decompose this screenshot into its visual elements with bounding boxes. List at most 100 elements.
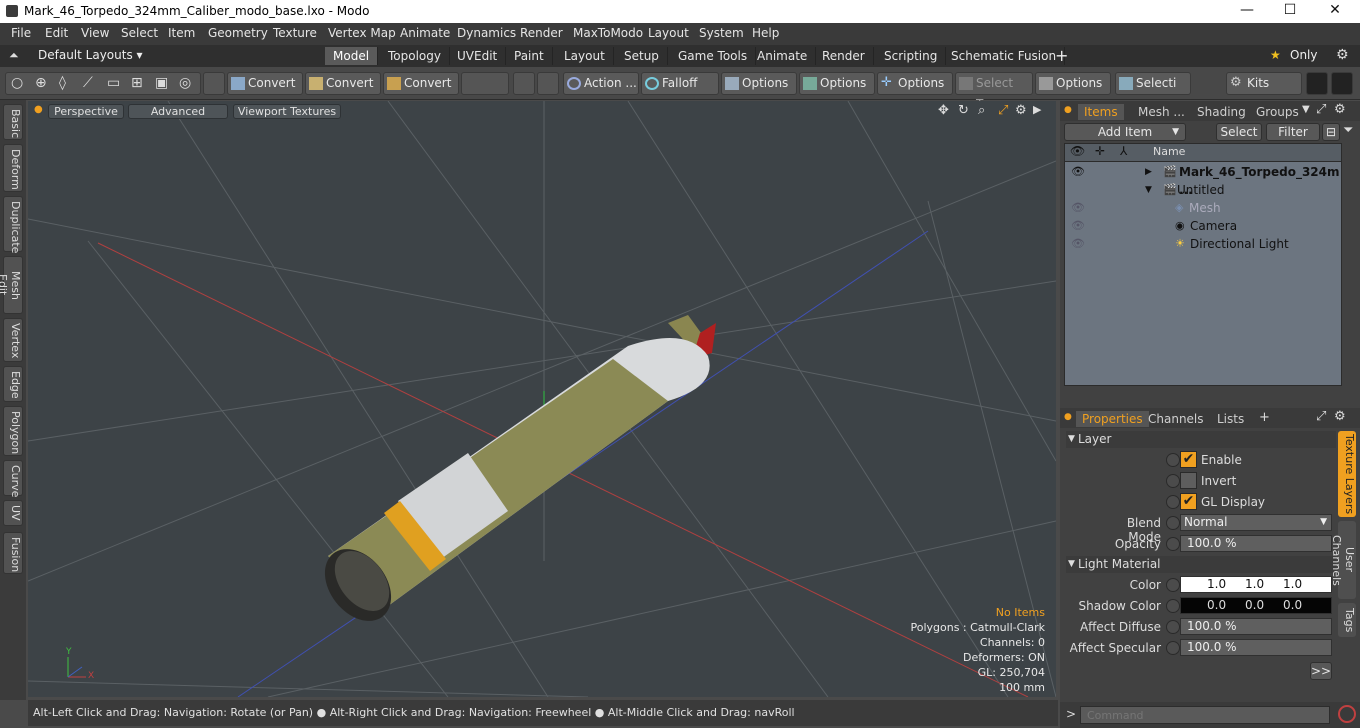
- menu-item[interactable]: Item: [168, 26, 195, 40]
- menu-texture[interactable]: Texture: [273, 26, 317, 40]
- expand-properties-button[interactable]: >>: [1310, 662, 1332, 680]
- action-center-button[interactable]: Action ...: [563, 72, 639, 95]
- options-button-3[interactable]: ✛ Options: [877, 72, 953, 95]
- convert-button-2[interactable]: Convert: [305, 72, 381, 95]
- panel-gear-icon[interactable]: ⚙: [1334, 409, 1346, 424]
- collapse-arrow-icon[interactable]: ▼: [1145, 181, 1152, 199]
- tab-topology[interactable]: Topology: [380, 47, 450, 65]
- viewport-gear-icon[interactable]: ⚙: [1015, 103, 1027, 118]
- symmetry-icon[interactable]: [513, 72, 535, 95]
- tab-duplicate[interactable]: Duplicate: [3, 196, 23, 253]
- menu-layout[interactable]: Layout: [648, 26, 689, 40]
- filter-button[interactable]: Filter: [1266, 123, 1320, 141]
- light-material-section[interactable]: ▼ Light Material: [1066, 556, 1336, 573]
- tab-mesh-edit[interactable]: Mesh Edit: [0, 256, 23, 314]
- tab-polygon[interactable]: Polygon: [3, 406, 23, 456]
- affect-diffuse-channel-dot[interactable]: [1166, 620, 1180, 634]
- tab-layout[interactable]: Layout: [556, 47, 614, 65]
- viewport-menu-dot-icon[interactable]: ●: [34, 104, 43, 115]
- tab-game-tools[interactable]: Game Tools: [670, 47, 757, 65]
- color-field[interactable]: 1.0 1.0 1.0: [1180, 576, 1332, 593]
- tab-paint[interactable]: Paint: [506, 47, 553, 65]
- tab-basic[interactable]: Basic: [3, 104, 23, 140]
- blend-mode-select[interactable]: Normal ▼: [1180, 514, 1332, 531]
- tab-deform[interactable]: Deform: [3, 144, 23, 192]
- expand-panel-icon[interactable]: ⤢: [1316, 409, 1326, 424]
- name-column-header[interactable]: Name: [1153, 145, 1185, 158]
- tree-row-camera[interactable]: 👁 ◉ Camera: [1065, 217, 1341, 235]
- eye-icon[interactable]: 👁: [1071, 199, 1085, 217]
- workplane-icon[interactable]: [537, 72, 559, 95]
- select-button[interactable]: Select: [1216, 123, 1262, 141]
- options-button-1[interactable]: Options: [721, 72, 797, 95]
- menu-animate[interactable]: Animate: [400, 26, 450, 40]
- lock-col-icon[interactable]: ✛: [1095, 144, 1105, 158]
- gear-icon[interactable]: ⚙: [1336, 47, 1349, 63]
- maximize-viewport-icon[interactable]: ⤢: [998, 103, 1008, 118]
- gl-display-channel-dot[interactable]: [1166, 495, 1180, 509]
- globe-icon[interactable]: ⊕: [35, 75, 47, 91]
- circle-icon[interactable]: ○: [11, 75, 23, 91]
- tab-setup[interactable]: Setup: [616, 47, 668, 65]
- collapse-icon[interactable]: ⏶: [9, 48, 19, 63]
- menu-view[interactable]: View: [81, 26, 109, 40]
- tab-shading[interactable]: Shading: [1197, 104, 1246, 120]
- opacity-slider[interactable]: 100.0 %: [1180, 535, 1332, 552]
- tab-fusion[interactable]: Fusion: [3, 532, 23, 574]
- options-button-4[interactable]: Options: [1035, 72, 1111, 95]
- falloff-button[interactable]: Falloff: [641, 72, 719, 95]
- torpedo-model[interactable]: [311, 315, 716, 634]
- panel-dot-icon[interactable]: ●: [1064, 412, 1072, 422]
- tab-render[interactable]: Render: [814, 47, 874, 65]
- viewport-textures-button[interactable]: Viewport Textures: [233, 104, 341, 119]
- expand-arrow-icon[interactable]: ▶: [1145, 163, 1152, 181]
- collapse-list-icon[interactable]: ⊟: [1322, 123, 1340, 141]
- record-icon[interactable]: [1338, 705, 1356, 723]
- shade-icon[interactable]: [203, 72, 225, 95]
- tree-row-light[interactable]: 👁 ☀ Directional Light: [1065, 235, 1341, 253]
- expand-panel-icon[interactable]: ⤢: [1316, 102, 1326, 117]
- invert-checkbox[interactable]: [1180, 472, 1197, 489]
- shadow-color-channel-dot[interactable]: [1166, 599, 1180, 613]
- eye-icon[interactable]: 👁: [1071, 235, 1085, 253]
- blend-mode-channel-dot[interactable]: [1166, 516, 1180, 530]
- tab-model[interactable]: Model: [325, 47, 379, 65]
- only-toggle[interactable]: Only: [1290, 48, 1318, 62]
- tab-lists[interactable]: Lists: [1217, 411, 1244, 427]
- add-tab-button[interactable]: +: [1055, 46, 1068, 65]
- pan-icon[interactable]: ✥: [938, 103, 949, 118]
- menu-geometry[interactable]: Geometry: [208, 26, 268, 40]
- tree-row-untitled[interactable]: ▼ 🎬 Untitled: [1065, 181, 1341, 199]
- polygon-icon[interactable]: ▭: [107, 75, 120, 91]
- pivot-icon[interactable]: ◎: [179, 75, 191, 91]
- rotate-icon[interactable]: ↻: [958, 103, 969, 118]
- tab-curve[interactable]: Curve: [3, 460, 23, 497]
- unity-icon[interactable]: [1306, 72, 1328, 95]
- menu-vertex-map[interactable]: Vertex Map: [328, 26, 396, 40]
- tab-uvedit[interactable]: UVEdit: [449, 47, 507, 65]
- shadow-color-field[interactable]: 0.0 0.0 0.0: [1180, 597, 1332, 614]
- 3d-viewport[interactable]: ● Perspective Advanced Viewport Textures…: [28, 101, 1056, 697]
- convert-button-1[interactable]: Convert: [227, 72, 303, 95]
- tab-overflow-icon[interactable]: ▼: [1302, 104, 1310, 115]
- add-item-button[interactable]: Add Item ▼: [1064, 123, 1186, 141]
- default-layouts-dropdown[interactable]: Default Layouts ▾: [38, 48, 143, 62]
- tab-animate[interactable]: Animate: [749, 47, 817, 65]
- tab-schematic-fusion[interactable]: Schematic Fusion: [943, 47, 1066, 65]
- menu-dynamics[interactable]: Dynamics: [457, 26, 516, 40]
- minimize-button[interactable]: —: [1232, 2, 1262, 20]
- visibility-col-icon[interactable]: 👁: [1070, 144, 1085, 158]
- layer-section[interactable]: ▼ Layer: [1066, 431, 1336, 448]
- affect-specular-channel-dot[interactable]: [1166, 641, 1180, 655]
- menu-render[interactable]: Render: [520, 26, 563, 40]
- tab-texture-layers[interactable]: Texture Layers: [1338, 431, 1356, 517]
- tab-groups[interactable]: Groups: [1256, 104, 1299, 120]
- convert-button-3[interactable]: Convert: [383, 72, 459, 95]
- panel-dot-icon[interactable]: ●: [1064, 105, 1072, 115]
- tab-items[interactable]: Items: [1078, 104, 1124, 120]
- selection-sets-button[interactable]: Selecti ...: [1115, 72, 1191, 111]
- enable-channel-dot[interactable]: [1166, 453, 1180, 467]
- menu-file[interactable]: File: [11, 26, 31, 40]
- gl-display-checkbox[interactable]: ✔: [1180, 493, 1197, 510]
- zoom-icon[interactable]: ⌕: [978, 103, 985, 118]
